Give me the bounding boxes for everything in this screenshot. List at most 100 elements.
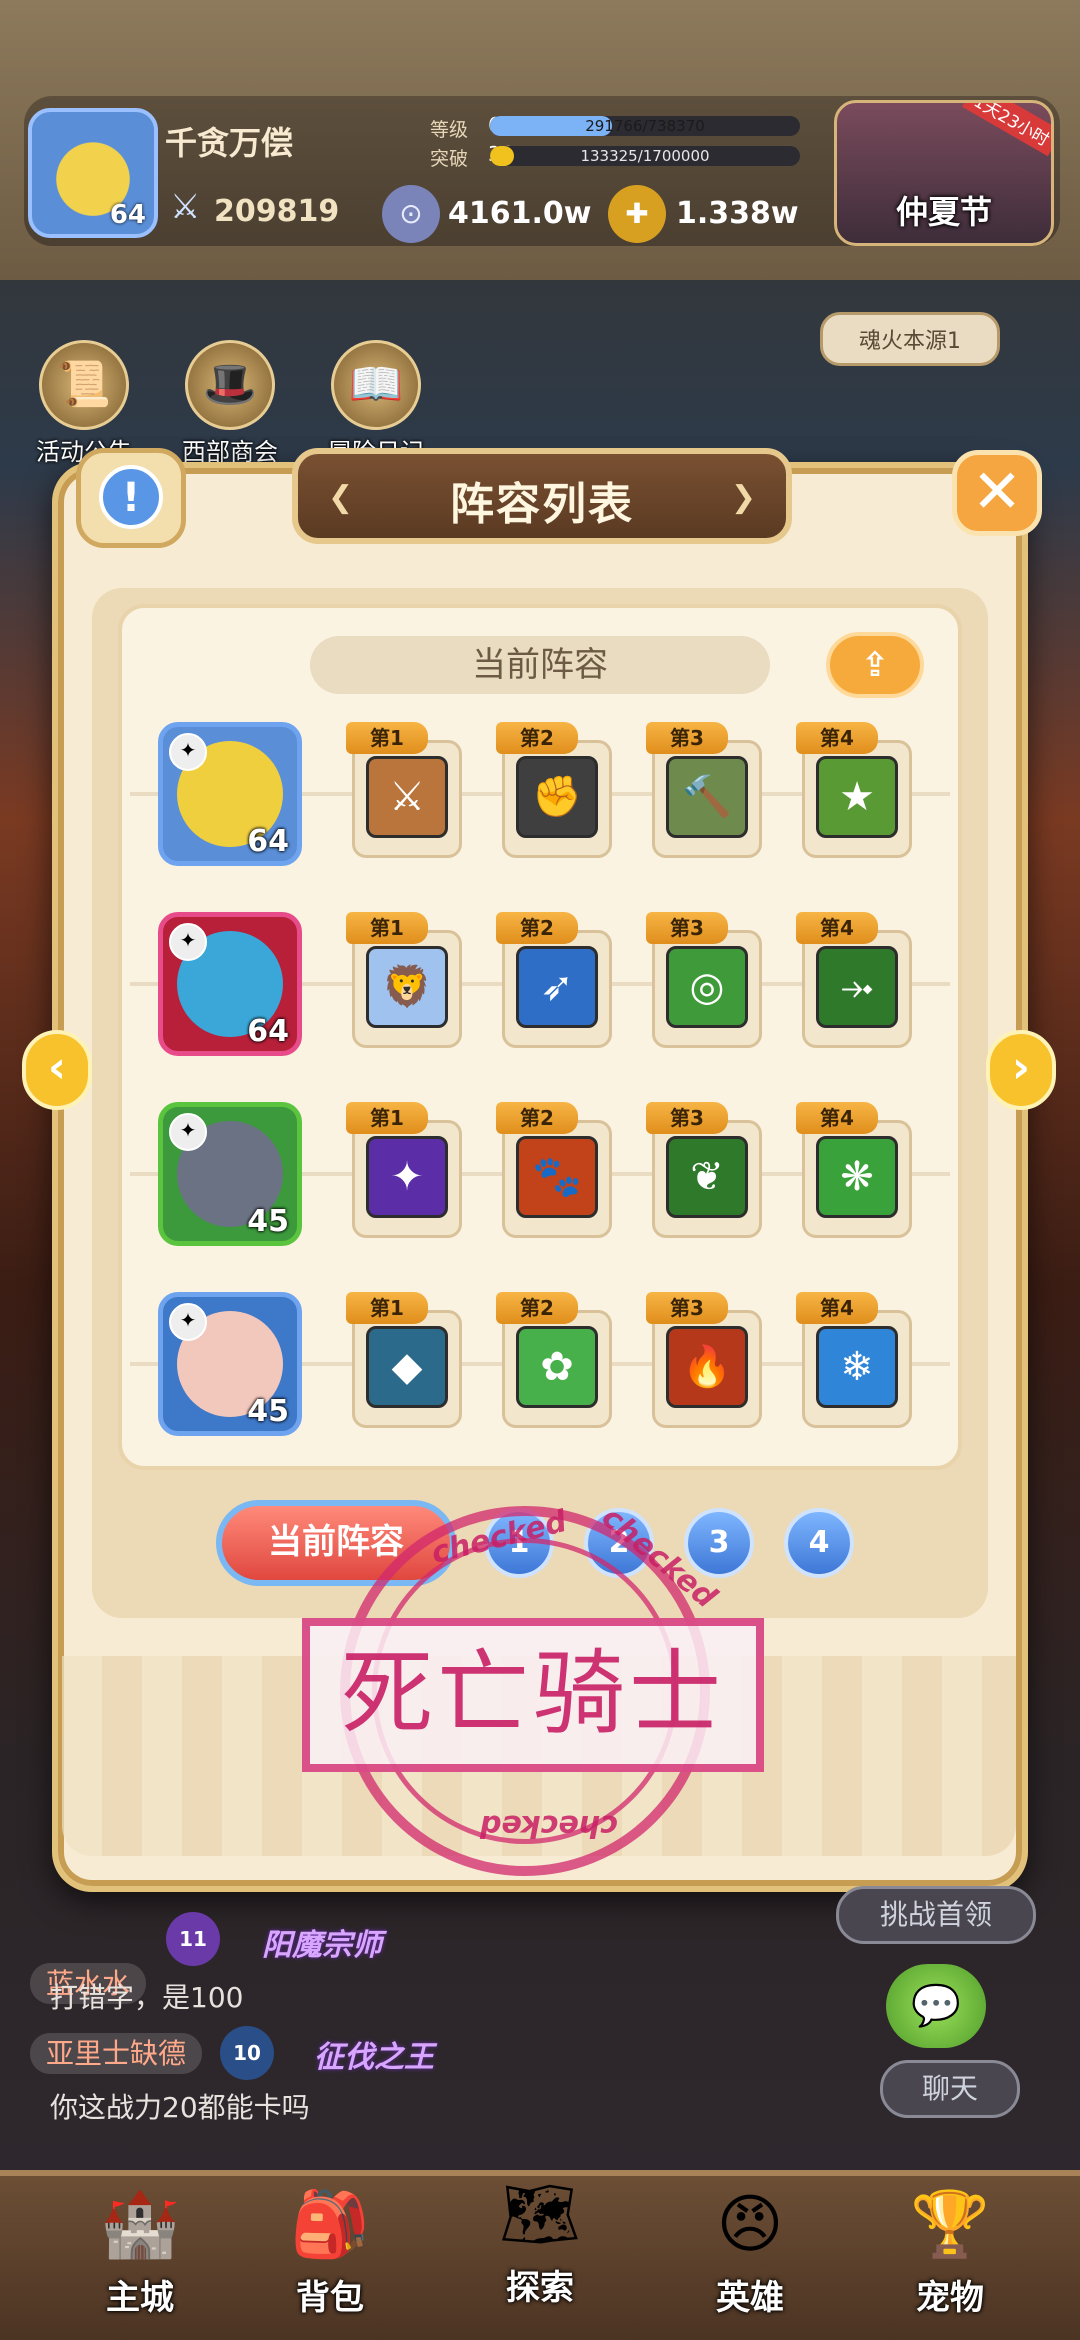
currency-gold: 1.338w xyxy=(676,196,799,231)
info-icon: ! xyxy=(99,465,163,529)
sword-icon: ⚔ xyxy=(170,187,201,227)
skill-order-tag: 第1 xyxy=(346,1102,428,1134)
nav-main-city[interactable]: 🏰 主城 xyxy=(40,2170,240,2340)
skill-slot[interactable]: ★ 第4 xyxy=(796,722,912,862)
skill-slot[interactable]: ❦ 第3 xyxy=(646,1102,762,1242)
gold-coin-icon[interactable]: ✚ xyxy=(608,185,666,243)
soul-fire-source-button[interactable]: 魂火本源1 xyxy=(820,312,1000,366)
skill-slot[interactable]: ✦ 第1 xyxy=(346,1102,462,1242)
nav-label: 探索 xyxy=(506,2268,574,2308)
nav-hero[interactable]: 😠 英雄 xyxy=(650,2170,850,2340)
skill-order-tag: 第4 xyxy=(796,912,878,944)
chat-message: 打错字，是100 xyxy=(50,1981,244,2014)
skill-icon: ⚔ xyxy=(366,756,448,838)
hero-level: 64 xyxy=(247,824,289,859)
hero-portrait[interactable]: ✦ 64 xyxy=(158,912,302,1056)
modal-title: 阵容列表 xyxy=(450,479,634,530)
element-icon: ✦ xyxy=(169,733,207,771)
skill-order-tag: 第1 xyxy=(346,912,428,944)
skill-icon: 🦁 xyxy=(366,946,448,1028)
skill-icon: 🐾 xyxy=(516,1136,598,1218)
skill-order-tag: 第3 xyxy=(646,1292,728,1324)
close-button[interactable]: ✕ xyxy=(952,450,1042,536)
skill-order-tag: 第3 xyxy=(646,1102,728,1134)
break-progress-bar: 133325/1700000 xyxy=(490,146,800,166)
hero-icon: 😠 xyxy=(716,2188,784,2262)
nav-label: 背包 xyxy=(296,2278,364,2318)
skill-slot[interactable]: ✿ 第2 xyxy=(496,1292,612,1432)
skill-icon: ◎ xyxy=(666,946,748,1028)
skill-order-tag: 第3 xyxy=(646,722,728,754)
silver-coin-icon[interactable]: ⊙ xyxy=(382,185,440,243)
current-lineup-header: 当前阵容 xyxy=(310,636,770,694)
next-arrow-button[interactable]: › xyxy=(986,1030,1056,1110)
skill-icon: ✿ xyxy=(516,1326,598,1408)
skill-slot[interactable]: ⚔ 第1 xyxy=(346,722,462,862)
skill-slot[interactable]: 🔨 第3 xyxy=(646,722,762,862)
skill-order-tag: 第4 xyxy=(796,1292,878,1324)
shortcut-west-shop[interactable]: 🎩 西部商会 xyxy=(170,340,290,466)
skill-icon: ✦ xyxy=(366,1136,448,1218)
merchant-icon: 🎩 xyxy=(185,340,275,430)
nav-label: 主城 xyxy=(106,2278,174,2318)
level-progress-bar: 291766/738370 xyxy=(490,116,800,136)
skill-slot[interactable]: ❄ 第4 xyxy=(796,1292,912,1432)
challenge-boss-button[interactable]: 挑战首领 xyxy=(836,1886,1036,1944)
pet-icon: 🏆 xyxy=(910,2188,990,2262)
event-button[interactable]: 1天23小时 仲夏节 xyxy=(834,100,1054,246)
skill-slot[interactable]: ❋ 第4 xyxy=(796,1102,912,1242)
skill-icon: ❋ xyxy=(816,1136,898,1218)
help-button[interactable]: ! xyxy=(76,448,186,548)
skill-order-tag: 第2 xyxy=(496,1102,578,1134)
nav-label: 宠物 xyxy=(916,2278,984,2318)
backpack-icon: 🎒 xyxy=(290,2188,370,2262)
element-icon: ✦ xyxy=(169,1303,207,1341)
chevron-right-icon: › xyxy=(1011,1042,1031,1093)
chat-button[interactable]: 聊天 xyxy=(880,2060,1020,2118)
skill-icon: ✊ xyxy=(516,756,598,838)
hero-portrait[interactable]: ✦ 45 xyxy=(158,1102,302,1246)
hero-portrait[interactable]: ✦ 45 xyxy=(158,1292,302,1436)
shortcut-adventure-log[interactable]: 📖 冒险日记 xyxy=(316,340,436,466)
skill-icon: 🔨 xyxy=(666,756,748,838)
player-avatar[interactable]: 64 xyxy=(28,108,158,238)
skill-slot[interactable]: 🔥 第3 xyxy=(646,1292,762,1432)
nav-label: 英雄 xyxy=(716,2278,784,2318)
break-label: 突破 xyxy=(430,148,469,170)
skill-slot[interactable]: 🐾 第2 xyxy=(496,1102,612,1242)
prev-arrow-button[interactable]: ‹ xyxy=(22,1030,92,1110)
tab-lineup-4[interactable]: 4 xyxy=(784,1508,854,1578)
skill-icon: ◆ xyxy=(366,1326,448,1408)
player-power: 209819 xyxy=(214,194,340,229)
nav-explore[interactable]: 🗺 探索 xyxy=(440,2160,640,2330)
level-label: 等级 xyxy=(430,119,469,141)
level-progress-text: 291766/738370 xyxy=(585,117,705,135)
skill-slot[interactable]: ◆ 第1 xyxy=(346,1292,462,1432)
skill-slot[interactable]: 🦁 第1 xyxy=(346,912,462,1052)
chat-bubble-icon[interactable]: 💬 xyxy=(886,1964,986,2048)
skill-order-tag: 第2 xyxy=(496,912,578,944)
map-icon: 🗺 xyxy=(499,2178,581,2252)
book-icon: 📖 xyxy=(331,340,421,430)
shortcut-announcement[interactable]: 📜 活动公告 xyxy=(24,340,144,466)
break-progress-text: 133325/1700000 xyxy=(580,147,710,165)
nav-pet[interactable]: 🏆 宠物 xyxy=(850,2170,1050,2340)
share-button[interactable]: ⇪ xyxy=(826,632,924,698)
rank-badge: 11 xyxy=(166,1912,220,1966)
scroll-icon: 📜 xyxy=(39,340,129,430)
currency-silver: 4161.0w xyxy=(448,196,592,231)
player-name: 千贪万偿 xyxy=(165,124,294,162)
element-icon: ✦ xyxy=(169,923,207,961)
skill-slot[interactable]: ✊ 第2 xyxy=(496,722,612,862)
skill-icon: ⤞ xyxy=(816,946,898,1028)
skill-slot[interactable]: ➶ 第2 xyxy=(496,912,612,1052)
title-right-deco-icon: ❯ xyxy=(730,480,756,515)
hero-portrait[interactable]: ✦ 64 xyxy=(158,722,302,866)
modal-title-plate: ❮ 阵容列表 ❯ xyxy=(292,448,792,544)
chat-username[interactable]: 亚里士缺德 xyxy=(30,2033,203,2074)
skill-slot[interactable]: ◎ 第3 xyxy=(646,912,762,1052)
hero-level: 45 xyxy=(247,1204,289,1239)
nav-backpack[interactable]: 🎒 背包 xyxy=(230,2170,430,2340)
skill-slot[interactable]: ⤞ 第4 xyxy=(796,912,912,1052)
stamp-text: 死亡骑士 xyxy=(302,1618,764,1772)
